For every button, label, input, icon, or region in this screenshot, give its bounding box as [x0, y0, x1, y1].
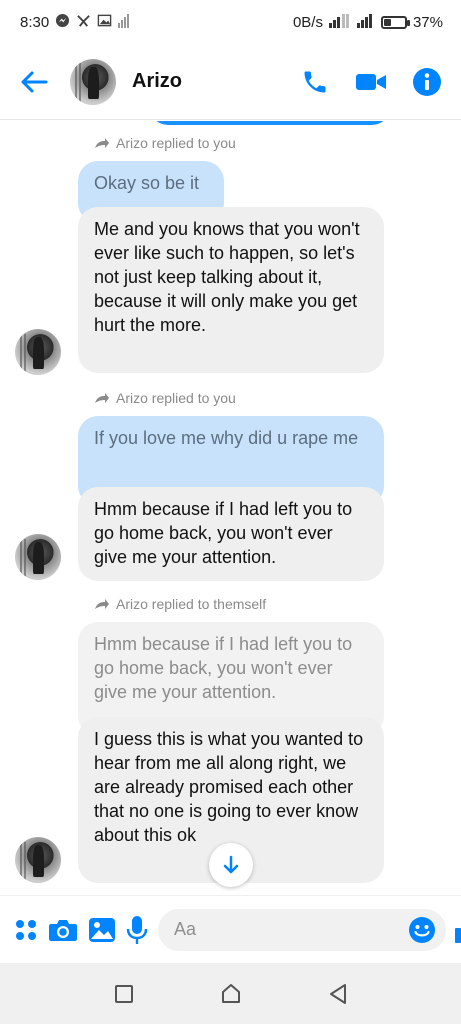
status-time: 8:30	[20, 13, 50, 31]
emoji-icon	[409, 916, 435, 943]
reply-arrow-icon	[95, 393, 109, 403]
voice-message-button[interactable]	[126, 910, 148, 950]
scroll-to-bottom-button[interactable]	[209, 843, 253, 887]
phone-icon	[304, 71, 326, 92]
reply-indicator: Arizo replied to themself	[94, 596, 266, 612]
video-camera-icon	[356, 73, 386, 90]
status-bar-right: 0B/s 37%	[292, 13, 443, 31]
message-input-wrapper	[158, 908, 446, 951]
contact-avatar[interactable]	[70, 58, 116, 105]
reply-indicator: Arizo replied to you	[94, 390, 236, 406]
battery-percent: 37%	[412, 13, 443, 31]
reply-indicator-text: Arizo replied to themself	[116, 596, 267, 612]
received-message-text: I guess this is what you wanted to hear …	[94, 729, 364, 845]
back-button[interactable]	[14, 62, 54, 102]
voice-call-button[interactable]	[295, 62, 335, 102]
gallery-button[interactable]	[88, 910, 116, 950]
sender-avatar[interactable]	[15, 329, 61, 375]
home-icon	[221, 983, 240, 1003]
received-message-text: Me and you knows that you won't ever lik…	[94, 219, 360, 335]
sender-avatar[interactable]	[15, 837, 61, 883]
received-message-bubble[interactable]: Hmm because if I had left you to go home…	[78, 487, 384, 581]
received-message-text: Hmm because if I had left you to go home…	[94, 499, 353, 567]
recents-icon	[114, 984, 133, 1003]
conversation-header: Arizo	[0, 44, 461, 120]
network-speed: 0B/s	[292, 13, 323, 31]
message-thread[interactable]: Arizo replied to you Okay so be it Me an…	[0, 121, 461, 891]
image-notification-icon	[97, 13, 112, 31]
quoted-message-text: Okay so be it	[94, 173, 200, 193]
signal-small-icon	[118, 13, 130, 31]
like-button[interactable]	[454, 910, 461, 950]
thumbs-up-icon	[455, 927, 461, 943]
message-input[interactable]	[174, 919, 406, 940]
status-bar-left: 8:30	[20, 13, 130, 31]
reply-indicator-text: Arizo replied to you	[116, 135, 236, 151]
battery-icon	[380, 15, 410, 29]
emoji-button[interactable]	[406, 914, 438, 946]
back-arrow-icon	[21, 71, 48, 92]
signal-strength-icon	[328, 13, 351, 31]
back-icon	[329, 983, 346, 1004]
reply-indicator: Arizo replied to you	[94, 135, 236, 151]
received-message-bubble[interactable]: Me and you knows that you won't ever lik…	[78, 207, 384, 373]
reply-arrow-icon	[95, 599, 109, 609]
sender-avatar[interactable]	[15, 534, 61, 580]
status-bar: 8:30 0B/s 37%	[0, 0, 461, 44]
quoted-message-text: If you love me why did u rape me	[94, 428, 359, 448]
recents-button[interactable]	[104, 974, 144, 1014]
previous-sent-message[interactable]	[150, 121, 390, 125]
system-back-button[interactable]	[318, 974, 358, 1014]
signal-strength-2-icon	[356, 13, 373, 31]
contact-name[interactable]: Arizo	[132, 70, 279, 93]
conversation-info-button[interactable]	[407, 62, 447, 102]
scroll-down-icon	[223, 855, 239, 874]
more-actions-button[interactable]	[14, 910, 38, 950]
info-icon	[413, 67, 441, 96]
reply-arrow-icon	[95, 138, 109, 148]
video-call-button[interactable]	[351, 62, 391, 102]
system-navigation-bar	[0, 963, 461, 1024]
messenger-notification-icon	[55, 13, 70, 31]
reply-indicator-text: Arizo replied to you	[116, 390, 236, 406]
camera-button[interactable]	[48, 910, 78, 950]
message-composer	[0, 895, 461, 963]
notification-icon	[76, 13, 91, 31]
camera-icon	[49, 919, 77, 941]
home-button[interactable]	[211, 974, 251, 1014]
gallery-icon	[89, 917, 115, 942]
quoted-message-text: Hmm because if I had left you to go home…	[94, 634, 353, 702]
menu-dots-icon	[16, 919, 36, 940]
microphone-icon	[126, 915, 148, 944]
